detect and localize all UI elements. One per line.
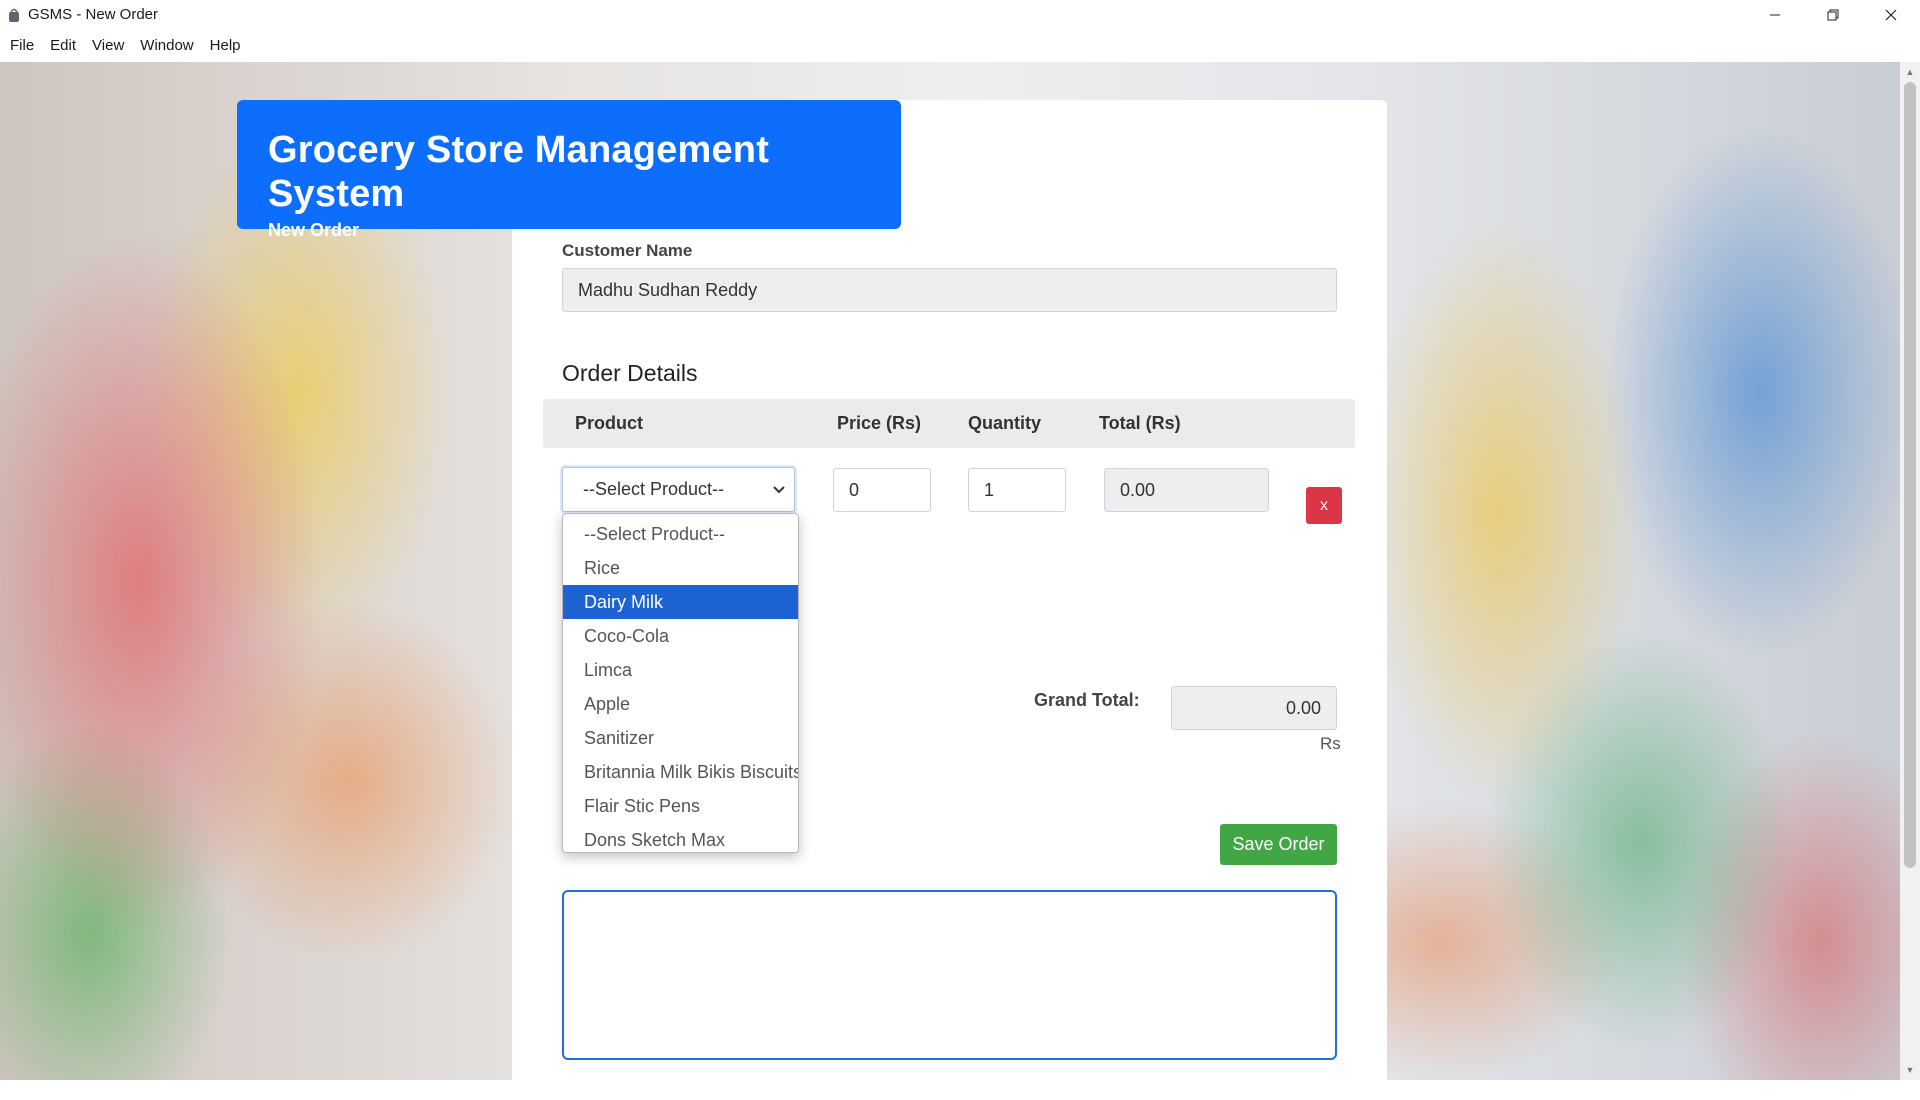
menu-bar: File Edit View Window Help	[0, 29, 1920, 62]
vertical-scrollbar[interactable]: ▲ ▼	[1900, 62, 1920, 1080]
customer-name-input[interactable]: Madhu Sudhan Reddy	[562, 268, 1337, 312]
app-header: Grocery Store Management System New Orde…	[237, 100, 901, 240]
app-title: Grocery Store Management System	[268, 129, 770, 215]
customer-name-label: Customer Name	[562, 241, 693, 260]
product-select-value: --Select Product--	[583, 479, 725, 499]
price-input[interactable]: 0	[833, 468, 931, 512]
grand-total-label: Grand Total:	[1034, 690, 1140, 710]
column-quantity: Quantity	[968, 413, 1042, 433]
column-total: Total (Rs)	[1099, 413, 1181, 433]
order-table-header: Product Price (Rs) Quantity Total (Rs)	[543, 399, 1355, 448]
grand-total-input: 0.00	[1171, 686, 1337, 730]
restore-icon[interactable]	[1804, 0, 1862, 29]
menu-help[interactable]: Help	[202, 29, 249, 62]
column-price: Price (Rs)	[837, 413, 922, 433]
dropdown-option[interactable]: Limca	[563, 653, 798, 687]
product-select[interactable]: --Select Product--	[562, 467, 795, 512]
dropdown-option[interactable]: Flair Stic Pens	[563, 789, 798, 823]
scroll-thumb[interactable]	[1904, 82, 1916, 868]
grocery-app-icon	[6, 7, 22, 23]
title-bar: GSMS - New Order	[0, 0, 1920, 29]
scroll-down-icon[interactable]: ▼	[1900, 1062, 1920, 1078]
order-details-title: Order Details	[562, 360, 698, 386]
line-total-input: 0.00	[1104, 468, 1269, 512]
order-notes-area[interactable]	[562, 890, 1337, 1060]
dropdown-option[interactable]: Britannia Milk Bikis Biscuits	[563, 755, 798, 789]
save-order-button[interactable]: Save Order	[1220, 824, 1337, 865]
minimize-icon[interactable]	[1746, 0, 1804, 29]
scroll-up-icon[interactable]: ▲	[1900, 64, 1920, 80]
dropdown-option[interactable]: Dons Sketch Max	[563, 823, 798, 852]
dropdown-option-highlighted[interactable]: Dairy Milk	[563, 585, 798, 619]
column-product: Product	[575, 413, 644, 433]
dropdown-option[interactable]: Sanitizer	[563, 721, 798, 755]
window-title: GSMS - New Order	[28, 6, 159, 23]
product-dropdown-list: --Select Product-- Rice Dairy Milk Coco-…	[562, 513, 799, 853]
menu-file[interactable]: File	[2, 29, 42, 62]
quantity-input[interactable]: 1	[968, 468, 1066, 512]
currency-unit: Rs	[1320, 734, 1341, 753]
dropdown-option[interactable]: --Select Product--	[563, 517, 798, 551]
menu-edit[interactable]: Edit	[42, 29, 84, 62]
remove-row-button[interactable]: x	[1306, 487, 1342, 524]
page-subtitle: New Order	[268, 220, 360, 240]
chevron-down-icon	[772, 480, 786, 501]
dropdown-option[interactable]: Rice	[563, 551, 798, 585]
close-icon[interactable]	[1862, 0, 1920, 29]
menu-window[interactable]: Window	[132, 29, 201, 62]
dropdown-option[interactable]: Coco-Cola	[563, 619, 798, 653]
dropdown-option[interactable]: Apple	[563, 687, 798, 721]
menu-view[interactable]: View	[84, 29, 132, 62]
